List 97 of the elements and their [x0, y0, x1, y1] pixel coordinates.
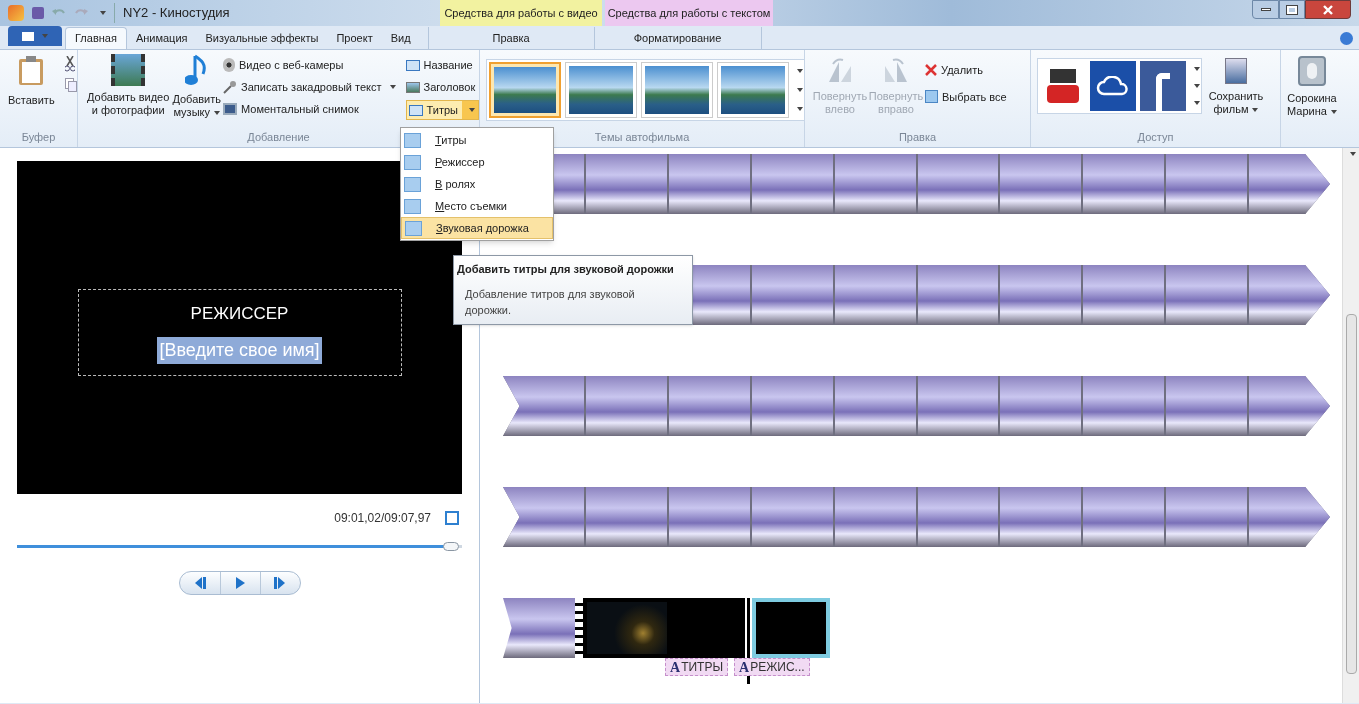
text-list-icon — [404, 198, 421, 214]
caret-icon — [389, 85, 396, 89]
caret-icon — [1193, 84, 1200, 88]
step-forward-icon — [273, 577, 287, 589]
caret-icon — [1350, 152, 1356, 156]
tooltip-title: Добавить титры для звуковой дорожки — [457, 262, 675, 277]
social-logo-icon[interactable] — [1140, 61, 1186, 111]
file-menu-button[interactable] — [8, 26, 62, 46]
ribbon-tab[interactable]: Анимация — [126, 27, 197, 49]
group-label: Добавление — [247, 129, 310, 145]
caret-icon — [796, 106, 803, 111]
ribbon-tab[interactable]: Визуальные эффекты — [196, 27, 328, 49]
film-photo-icon — [111, 54, 146, 86]
context-tab-header: Средства для работы с текстом — [605, 0, 773, 26]
group-label: Буфер — [21, 129, 56, 145]
text-list-icon — [404, 154, 421, 170]
vertical-scrollbar[interactable] — [1342, 148, 1359, 703]
user-avatar-icon — [1298, 56, 1326, 86]
scrollbar-thumb[interactable] — [1345, 314, 1357, 674]
webcam-icon — [223, 58, 236, 72]
save-movie-button[interactable]: Сохранить фильм — [1205, 58, 1267, 116]
group-label: Темы автофильма — [594, 129, 690, 145]
minimize-button[interactable] — [1252, 0, 1279, 19]
text-list-icon — [404, 176, 421, 192]
video-clip-strip[interactable] — [503, 598, 575, 658]
close-button[interactable] — [1305, 0, 1351, 19]
caption-tag[interactable]: AРЕЖИС... — [734, 658, 810, 676]
ribbon-tab[interactable]: Главная — [65, 27, 127, 49]
text-card-icon — [405, 59, 420, 71]
caret-icon — [796, 88, 803, 92]
title-clip[interactable] — [575, 598, 745, 658]
playback-time: 09:01,02/09:07,97 — [334, 510, 431, 527]
theme-thumbnail[interactable] — [565, 62, 637, 118]
narration-button[interactable]: Записать закадровый текст — [223, 78, 396, 96]
caption-button[interactable]: Заголовок — [405, 78, 479, 96]
caption-title: РЕЖИССЕР — [190, 303, 289, 326]
group-label: Правка — [898, 129, 937, 145]
theme-thumbnail[interactable] — [717, 62, 789, 118]
ribbon-tab[interactable]: Форматирование — [593, 27, 762, 49]
group-label: Доступ — [1137, 129, 1174, 145]
add-video-button[interactable]: Добавить видео и фотографии — [86, 54, 171, 117]
credits-button[interactable]: Титры — [405, 100, 479, 120]
menu-item[interactable]: Режиссер — [401, 151, 553, 173]
caret-icon — [100, 11, 106, 15]
maximize-button[interactable] — [1279, 0, 1305, 19]
ribbon-tab[interactable]: Проект — [327, 27, 382, 49]
select-all-icon — [925, 90, 938, 104]
menu-item[interactable]: В ролях — [401, 173, 553, 195]
menu-item[interactable]: Место съемки — [401, 195, 553, 217]
ribbon-tab[interactable]: Правка — [427, 27, 594, 49]
film-file-icon — [1225, 58, 1247, 84]
add-music-button[interactable]: Добавить музыку — [172, 54, 222, 119]
seek-thumb[interactable] — [442, 541, 459, 551]
theme-thumbnail[interactable] — [641, 62, 713, 118]
caret-icon — [1193, 100, 1200, 105]
tooltip-text: Добавление титров для звуковой дорожки. — [464, 286, 636, 318]
help-icon[interactable] — [1340, 32, 1353, 45]
caption-frame[interactable]: РЕЖИССЕР [Введите свое имя] — [77, 289, 402, 376]
paste-button[interactable]: Вставить — [8, 56, 55, 109]
account-button[interactable]: Сорокина Марина — [1281, 50, 1343, 147]
snapshot-button[interactable]: Моментальный снимок — [223, 100, 396, 118]
cloud-logo-icon[interactable] — [1090, 61, 1136, 111]
play-icon — [233, 577, 247, 589]
expand-icon[interactable] — [445, 511, 459, 525]
microphone-icon — [223, 80, 238, 94]
close-icon — [1323, 4, 1333, 15]
window-title: NY2 - Киностудия — [114, 3, 230, 23]
ribbon-tab[interactable]: Вид — [381, 27, 420, 49]
app-logo-icon — [8, 5, 24, 21]
clipboard-icon — [18, 56, 45, 86]
context-tab-header: Средства для работы с видео — [440, 0, 602, 26]
delete-button[interactable]: Удалить — [925, 62, 1007, 79]
text-list-icon — [405, 220, 422, 236]
copy-icon[interactable] — [64, 78, 77, 92]
caret-icon — [42, 34, 48, 38]
select-all-button[interactable]: Выбрать все — [925, 88, 1007, 105]
text-list-icon — [404, 132, 421, 148]
caret-icon — [796, 69, 803, 74]
caret-icon — [1252, 108, 1259, 113]
title-button[interactable]: Название — [405, 56, 479, 74]
close-icon — [925, 64, 937, 77]
caret-icon — [1330, 110, 1337, 115]
music-note-icon — [184, 54, 209, 88]
text-card-icon — [408, 104, 423, 116]
caption-tag[interactable]: AТИТРЫ — [665, 658, 729, 676]
title-clip[interactable] — [752, 598, 830, 658]
snapshot-icon — [223, 103, 238, 115]
image-caption-icon — [405, 81, 420, 93]
theme-thumbnail[interactable] — [489, 62, 561, 118]
seek-slider[interactable] — [17, 541, 462, 551]
caret-icon — [214, 111, 220, 116]
webcam-button[interactable]: Видео с веб-камеры — [223, 56, 396, 74]
menu-item[interactable]: Титры — [401, 129, 553, 151]
caret-icon — [1193, 67, 1200, 72]
caret-icon — [469, 108, 475, 112]
scissors-icon[interactable] — [64, 56, 75, 72]
menu-item[interactable]: Звуковая дорожка — [401, 217, 553, 239]
